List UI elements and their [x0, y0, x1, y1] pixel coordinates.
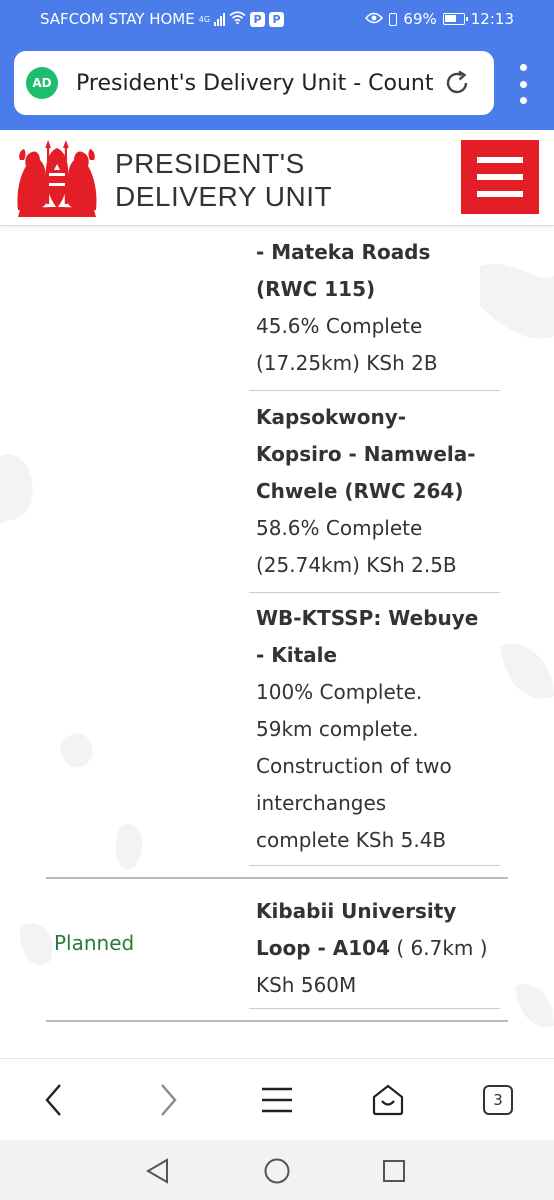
browser-bottom-toolbar: 3 — [0, 1058, 554, 1140]
project-detail-line: interchanges — [256, 791, 387, 815]
status-bar: SAFCOM STAY HOME 4G P P 69% 12:13 — [0, 0, 554, 40]
back-icon[interactable] — [31, 1077, 77, 1123]
project-name-line: - Mateka Roads — [256, 240, 431, 264]
vibrate-icon — [389, 12, 398, 26]
project-item: Kibabii University Loop - A104 ( 6.7km )… — [249, 893, 500, 1009]
url-text[interactable]: President's Delivery Unit - County — [76, 71, 434, 96]
system-home-icon[interactable] — [260, 1154, 294, 1188]
project-detail-line: complete KSh 5.4B — [256, 828, 447, 852]
site-title-line-1: PRESIDENT'S — [115, 148, 305, 179]
project-detail-line: 45.6% Complete — [256, 314, 423, 338]
project-name-line: - Kitale — [256, 643, 338, 667]
project-detail-line: (17.25km) KSh 2B — [256, 351, 438, 375]
project-item: WB-KTSSP: Webuye - Kitale 100% Complete.… — [249, 600, 500, 866]
parking-app-icon: P — [250, 11, 266, 27]
reload-icon[interactable] — [442, 68, 472, 98]
tab-count: 3 — [483, 1085, 513, 1115]
wifi-icon — [229, 10, 246, 28]
battery-icon — [442, 13, 468, 25]
status-right: 69% 12:13 — [365, 10, 514, 28]
browser-top-band: SAFCOM STAY HOME 4G P P 69% 12:13 AD Pre… — [0, 0, 554, 130]
project-name: Kibabii University Loop - A104 ( 6.7km ) — [256, 893, 500, 967]
project-length: ( 6.7km ) — [390, 936, 488, 960]
system-navigation-bar — [0, 1140, 554, 1200]
more-options-icon[interactable] — [516, 64, 530, 104]
carrier-name: SAFCOM STAY HOME — [40, 10, 195, 28]
battery-percent: 69% — [403, 10, 437, 28]
status-planned-label: Planned — [54, 931, 135, 955]
project-name-line: Kapsokwony- — [256, 405, 407, 429]
clock: 12:13 — [470, 10, 514, 28]
project-detail-line: 100% Complete. — [256, 680, 423, 704]
project-detail: 100% Complete. 59km complete. Constructi… — [256, 674, 500, 859]
parking-app-icon-2: P — [269, 11, 285, 27]
site-title[interactable]: PRESIDENT'S DELIVERY UNIT — [115, 147, 332, 213]
network-type: 4G — [198, 14, 211, 24]
system-recents-icon[interactable] — [377, 1154, 411, 1188]
system-back-icon[interactable] — [141, 1154, 175, 1188]
project-name: WB-KTSSP: Webuye - Kitale — [256, 600, 500, 674]
project-item: - Mateka Roads (RWC 115) 45.6% Complete … — [249, 234, 500, 391]
coat-of-arms-logo[interactable] — [14, 140, 100, 218]
menu-icon[interactable] — [254, 1077, 300, 1123]
page-content: - Mateka Roads (RWC 115) 45.6% Complete … — [0, 226, 554, 1058]
eye-comfort-icon — [365, 10, 384, 28]
forward-icon[interactable] — [145, 1077, 191, 1123]
project-item: Kapsokwony- Kopsiro - Namwela- Chwele (R… — [249, 399, 500, 593]
project-name-line: (RWC 115) — [256, 277, 376, 301]
site-title-line-2: DELIVERY UNIT — [115, 181, 333, 212]
site-header: PRESIDENT'S DELIVERY UNIT — [0, 130, 554, 226]
project-name-line: Kibabii University — [256, 899, 457, 923]
project-detail: 58.6% Complete (25.74km) KSh 2.5B — [256, 510, 500, 584]
project-detail: 45.6% Complete (17.25km) KSh 2B — [256, 308, 500, 382]
project-name-line: WB-KTSSP: Webuye — [256, 606, 479, 630]
project-detail-line: 59km complete. — [256, 717, 419, 741]
project-name-line: Kopsiro - Namwela- — [256, 442, 476, 466]
tabs-button[interactable]: 3 — [475, 1077, 521, 1123]
project-detail-line: 58.6% Complete — [256, 516, 423, 540]
project-detail-line: (25.74km) KSh 2.5B — [256, 553, 457, 577]
site-info-icon[interactable]: AD — [26, 67, 58, 99]
hamburger-menu-button[interactable] — [461, 140, 539, 214]
address-bar[interactable]: AD President's Delivery Unit - County — [14, 51, 494, 115]
project-cost: KSh 560M — [256, 973, 357, 997]
home-icon[interactable] — [365, 1077, 411, 1123]
project-name-line: Loop - A104 — [256, 936, 390, 960]
project-detail-line: Construction of two — [256, 754, 452, 778]
table-row-divider — [46, 1020, 508, 1022]
table-row-divider — [46, 877, 508, 879]
project-name: - Mateka Roads (RWC 115) — [256, 234, 500, 308]
project-name: Kapsokwony- Kopsiro - Namwela- Chwele (R… — [256, 399, 500, 510]
project-name-line: Chwele (RWC 264) — [256, 479, 464, 503]
signal-icon — [214, 12, 226, 26]
status-left: SAFCOM STAY HOME 4G P P — [40, 10, 285, 28]
